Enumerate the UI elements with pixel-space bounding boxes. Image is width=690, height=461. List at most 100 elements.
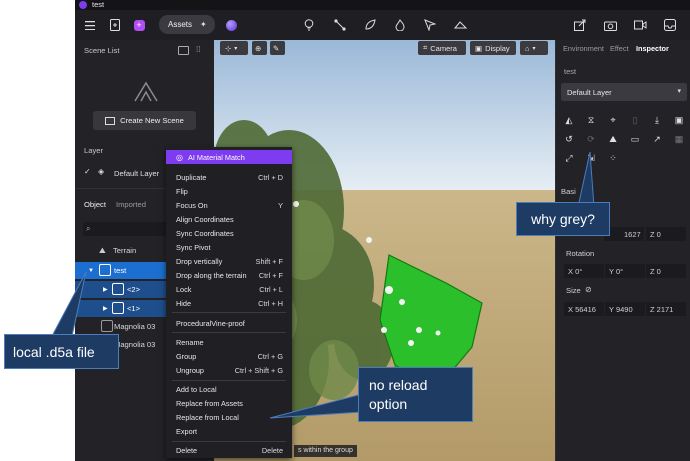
menu-item-rename[interactable]: Rename bbox=[166, 335, 292, 349]
menu-item-hide[interactable]: Hide Ctrl + H bbox=[166, 296, 292, 310]
tab-imported[interactable]: Imported bbox=[116, 200, 146, 209]
flip-icon[interactable]: ⧖ bbox=[585, 114, 597, 126]
rotation-title: Rotation bbox=[566, 249, 595, 258]
menu-item-ungroup[interactable]: Ungroup Ctrl + Shift + G bbox=[166, 363, 292, 377]
search-icon: ⌕ bbox=[86, 224, 91, 233]
pen-tool-icon[interactable] bbox=[423, 18, 437, 32]
menu-item-duplicate[interactable]: Duplicate Ctrl + D bbox=[166, 170, 292, 184]
replace-icon[interactable]: ⟳ bbox=[585, 133, 597, 145]
save-icon[interactable]: ▣ bbox=[673, 114, 685, 126]
menu-label: Group bbox=[176, 351, 197, 361]
globe-button[interactable]: ⊕ bbox=[252, 41, 267, 55]
export-icon[interactable] bbox=[573, 18, 587, 32]
menu-label: Add to Local bbox=[176, 384, 217, 394]
menu-label: Delete bbox=[176, 445, 198, 455]
display-icon: ▣ bbox=[475, 43, 483, 53]
size-title: Size bbox=[566, 286, 581, 295]
focus-icon[interactable]: ⌖ bbox=[607, 114, 619, 126]
menu-shortcut: Ctrl + G bbox=[257, 351, 283, 361]
size-x-value: X 56416 bbox=[568, 304, 596, 314]
local-file-callout: local .d5a file bbox=[4, 334, 119, 369]
size-x-field[interactable]: X 56416 bbox=[564, 302, 604, 316]
viewport-hint: s within the group bbox=[294, 445, 357, 457]
rotation-z-field[interactable]: Z 0 bbox=[646, 264, 686, 278]
menu-item-replace-from-local[interactable]: Replace from Local bbox=[166, 410, 292, 424]
menu-icon[interactable] bbox=[83, 18, 97, 32]
menu-item-add-to-local[interactable]: Add to Local bbox=[166, 382, 292, 396]
drop-icon[interactable]: ⤓ bbox=[651, 114, 663, 126]
file-icon[interactable] bbox=[108, 18, 122, 32]
menu-item-align-coordinates[interactable]: Align Coordinates bbox=[166, 212, 292, 226]
lock-icon[interactable]: ▯ bbox=[629, 114, 641, 126]
assets-button[interactable]: Assets ✦ bbox=[159, 15, 215, 34]
menu-item-group[interactable]: Group Ctrl + G bbox=[166, 349, 292, 363]
local-file-text: local .d5a file bbox=[13, 343, 95, 360]
add-icon[interactable]: + bbox=[132, 18, 146, 32]
share-icon[interactable]: ↗ bbox=[651, 133, 663, 145]
image-icon[interactable] bbox=[178, 46, 189, 55]
position-y-field[interactable]: 1627 bbox=[604, 227, 644, 241]
menu-item-focus-on[interactable]: Focus On Y bbox=[166, 198, 292, 212]
fire-icon[interactable] bbox=[393, 18, 407, 32]
default-layer-label[interactable]: Default Layer bbox=[114, 169, 159, 178]
camera-icon[interactable] bbox=[603, 18, 617, 32]
size-z-field[interactable]: Z 2171 bbox=[646, 302, 686, 316]
tab-object[interactable]: Object bbox=[84, 200, 106, 209]
window-title: test bbox=[92, 0, 105, 9]
light-bulb-icon[interactable] bbox=[302, 18, 316, 32]
scale-icon[interactable]: ⤢ bbox=[563, 152, 575, 164]
menu-item-flip[interactable]: Flip bbox=[166, 184, 292, 198]
menu-item-procedural-vine[interactable]: ProceduralVine-proof bbox=[166, 316, 292, 330]
create-scene-button[interactable]: Create New Scene bbox=[93, 111, 196, 130]
display-button[interactable]: ▣ Display bbox=[470, 41, 516, 55]
snap-icon[interactable]: ⇲ bbox=[585, 152, 597, 164]
size-y-field[interactable]: Y 9490 bbox=[605, 302, 645, 316]
menu-item-export[interactable]: Export bbox=[166, 424, 292, 438]
menu-item-lock[interactable]: Lock Ctrl + L bbox=[166, 282, 292, 296]
video-icon[interactable] bbox=[633, 18, 647, 32]
menu-shortcut: Ctrl + Shift + G bbox=[234, 365, 283, 375]
camera-button[interactable]: ⌗ Camera bbox=[418, 41, 466, 55]
qr-icon[interactable]: ▦ bbox=[673, 133, 685, 145]
mirror-icon[interactable]: ◭ bbox=[563, 114, 575, 126]
eyedropper-button[interactable]: ✎ bbox=[270, 41, 285, 55]
size-z-value: Z 2171 bbox=[650, 304, 674, 314]
menu-label: Sync Coordinates bbox=[176, 228, 234, 238]
menu-label: Ungroup bbox=[176, 365, 204, 375]
folder-icon[interactable]: ▭ bbox=[629, 133, 641, 145]
globe-icon: ⊕ bbox=[255, 43, 262, 53]
menu-item-sync-pivot[interactable]: Sync Pivot bbox=[166, 240, 292, 254]
object-search-input[interactable]: ⌕ bbox=[83, 222, 169, 236]
path-tool-icon[interactable] bbox=[333, 18, 347, 32]
terrain-snap-icon[interactable]: ⛰ bbox=[607, 133, 619, 145]
rotation-x-field[interactable]: X 0° bbox=[564, 264, 604, 278]
terrain-icon[interactable] bbox=[453, 18, 467, 32]
layer-select[interactable]: Default Layer ▾ bbox=[561, 83, 687, 101]
terrain-icon: ⛰ bbox=[99, 245, 106, 255]
inbox-icon[interactable] bbox=[663, 18, 677, 32]
rotation-y-field[interactable]: Y 0° bbox=[605, 264, 645, 278]
view-mode-button[interactable]: ⌂ ▾ bbox=[520, 41, 548, 55]
position-z-field[interactable]: Z 0 bbox=[646, 227, 686, 241]
tab-effect[interactable]: Effect bbox=[610, 44, 629, 53]
menu-item-delete[interactable]: Delete Delete bbox=[166, 443, 292, 457]
ai-material-match-item[interactable]: ◎ AI Material Match bbox=[166, 150, 292, 164]
menu-item-drop-along-terrain[interactable]: Drop along the terrain Ctrl + F bbox=[166, 268, 292, 282]
size-lock-icon[interactable]: ⊘ bbox=[585, 285, 592, 294]
menu-item-drop-vertically[interactable]: Drop vertically Shift + F bbox=[166, 254, 292, 268]
display-label: Display bbox=[485, 43, 510, 53]
collapse-icon: ▼ bbox=[88, 267, 94, 274]
menu-shortcut: Ctrl + F bbox=[258, 270, 283, 280]
undo-icon[interactable]: ↺ bbox=[563, 133, 575, 145]
grid-view-icon[interactable]: ⁞⁞ bbox=[196, 45, 200, 54]
leaf-icon[interactable] bbox=[363, 18, 377, 32]
tab-inspector[interactable]: Inspector bbox=[636, 44, 669, 53]
group-icon bbox=[112, 283, 124, 295]
menu-item-replace-from-assets[interactable]: Replace from Assets bbox=[166, 396, 292, 410]
gizmo-button[interactable]: ⊹ ▾ bbox=[220, 41, 248, 55]
scatter-icon[interactable]: ⁘ bbox=[607, 152, 619, 164]
ai-orb-icon[interactable] bbox=[224, 18, 238, 32]
menu-shortcut: Ctrl + D bbox=[258, 172, 283, 182]
menu-item-sync-coordinates[interactable]: Sync Coordinates bbox=[166, 226, 292, 240]
tab-environment[interactable]: Environment bbox=[563, 44, 604, 53]
